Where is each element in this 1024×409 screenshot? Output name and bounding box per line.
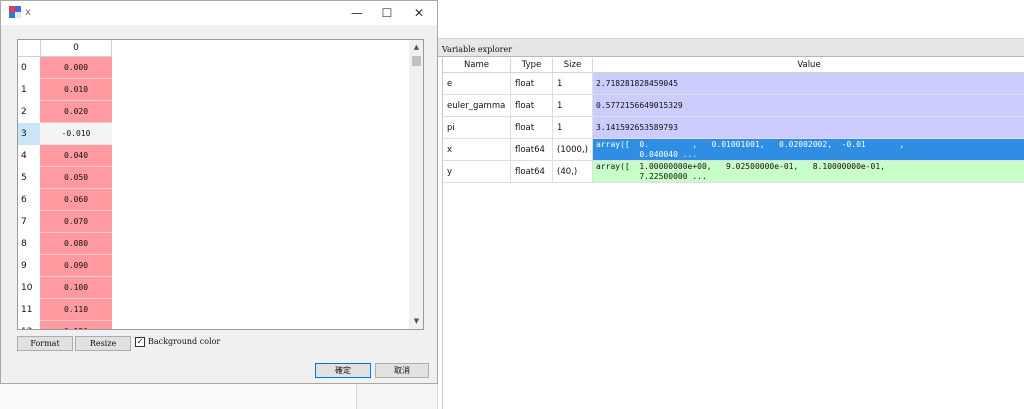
row-header[interactable]: 2 <box>18 101 40 123</box>
variable-value: 0.5772156649015329 <box>593 95 1024 117</box>
cancel-button[interactable]: 取消 <box>375 363 429 378</box>
background-color-label: Background color <box>148 337 221 346</box>
variable-row[interactable]: y float64 (40,) array([ 1.00000000e+00, 9.0… <box>443 161 1024 183</box>
grid-header: 0 <box>18 40 112 57</box>
variable-value: 2.718281828459045 <box>593 73 1024 95</box>
grid-cell[interactable]: 0.070 <box>40 211 112 233</box>
variable-table: Name Type Size Value e float 1 2.7182818284… <box>442 58 1024 409</box>
variable-explorer-title: Variable explorer <box>438 44 1024 57</box>
grid-cell[interactable]: 0.120 <box>40 321 112 329</box>
variable-row[interactable]: euler_gamma float 1 0.5772156649015329 <box>443 95 1024 117</box>
variable-type: float <box>511 73 553 95</box>
variable-type: float64 <box>511 139 553 161</box>
variable-value: array([ 1.00000000e+00, 9.02500000e-01, … <box>593 161 1024 183</box>
close-icon[interactable]: ✕ <box>405 1 433 25</box>
grid-cell[interactable]: 0.060 <box>40 189 112 211</box>
grid-cell[interactable]: 0.050 <box>40 167 112 189</box>
grid-cell[interactable]: 0.010 <box>40 79 112 101</box>
variable-name: pi <box>443 117 511 139</box>
row-header[interactable]: 7 <box>18 211 40 233</box>
row-header[interactable]: 8 <box>18 233 40 255</box>
variable-name: euler_gamma <box>443 95 511 117</box>
variable-size: (40,) <box>553 161 593 183</box>
variable-name: e <box>443 73 511 95</box>
variable-row[interactable]: e float 1 2.718281828459045 <box>443 73 1024 95</box>
title-bar[interactable]: x — ☐ ✕ <box>1 1 437 25</box>
variable-value: array([ 0. , 0.01001001, 0.02002002, -0.… <box>593 139 1024 161</box>
maximize-icon[interactable]: ☐ <box>373 1 401 25</box>
array-grid[interactable]: 0 0 0.000 1 0.010 2 0.020 3 -0.010 4 0.040 5 0.050 6… <box>17 39 424 330</box>
variable-size: 1 <box>553 95 593 117</box>
grid-cell[interactable]: 0.110 <box>40 299 112 321</box>
minimize-icon[interactable]: — <box>343 1 371 25</box>
window-title: x <box>25 7 31 18</box>
grid-cell[interactable]: -0.010 <box>40 123 112 145</box>
grid-cell[interactable]: 0.100 <box>40 277 112 299</box>
row-header[interactable]: 11 <box>18 299 40 321</box>
variable-row[interactable]: x float64 (1000,) array([ 0. , 0.01001001, … <box>443 139 1024 161</box>
variable-value: 3.141592653589793 <box>593 117 1024 139</box>
grid-cell[interactable]: 0.020 <box>40 101 112 123</box>
variable-type: float <box>511 117 553 139</box>
variable-type: float <box>511 95 553 117</box>
row-header[interactable]: 5 <box>18 167 40 189</box>
column-header-value[interactable]: Value <box>593 58 1024 73</box>
column-header-size[interactable]: Size <box>553 58 593 73</box>
row-header[interactable]: 4 <box>18 145 40 167</box>
format-button[interactable]: Format <box>17 336 73 351</box>
grid-cell[interactable]: 0.090 <box>40 255 112 277</box>
scroll-thumb[interactable] <box>412 56 421 66</box>
row-header[interactable]: 6 <box>18 189 40 211</box>
grid-cell[interactable]: 0.080 <box>40 233 112 255</box>
row-header[interactable]: 3 <box>18 123 40 145</box>
grid-cell[interactable]: 0.000 <box>40 57 112 79</box>
variable-name: x <box>443 139 511 161</box>
column-header-0[interactable]: 0 <box>40 40 112 57</box>
vertical-scrollbar[interactable]: ▲ ▼ <box>409 40 423 329</box>
variable-size: 1 <box>553 73 593 95</box>
variable-size: 1 <box>553 117 593 139</box>
app-icon <box>9 6 21 18</box>
variable-size: (1000,) <box>553 139 593 161</box>
resize-button[interactable]: Resize <box>75 336 131 351</box>
scroll-up-icon[interactable]: ▲ <box>409 40 423 55</box>
column-header-name[interactable]: Name <box>443 58 511 73</box>
column-header-type[interactable]: Type <box>511 58 553 73</box>
array-editor-dialog: x — ☐ ✕ 0 0 0.000 1 0.010 2 0.020 3 -0.010 4 0.04… <box>0 0 438 384</box>
row-header[interactable]: 9 <box>18 255 40 277</box>
scroll-down-icon[interactable]: ▼ <box>409 314 423 329</box>
row-header[interactable]: 12 <box>18 321 40 329</box>
ok-button[interactable]: 確定 <box>315 363 371 378</box>
row-header[interactable]: 1 <box>18 79 40 101</box>
variable-name: y <box>443 161 511 183</box>
row-header[interactable]: 0 <box>18 57 40 79</box>
variable-type: float64 <box>511 161 553 183</box>
variable-row[interactable]: pi float 1 3.141592653589793 <box>443 117 1024 139</box>
row-header[interactable]: 10 <box>18 277 40 299</box>
background-color-checkbox[interactable]: ✓ <box>135 337 145 347</box>
grid-cell[interactable]: 0.040 <box>40 145 112 167</box>
